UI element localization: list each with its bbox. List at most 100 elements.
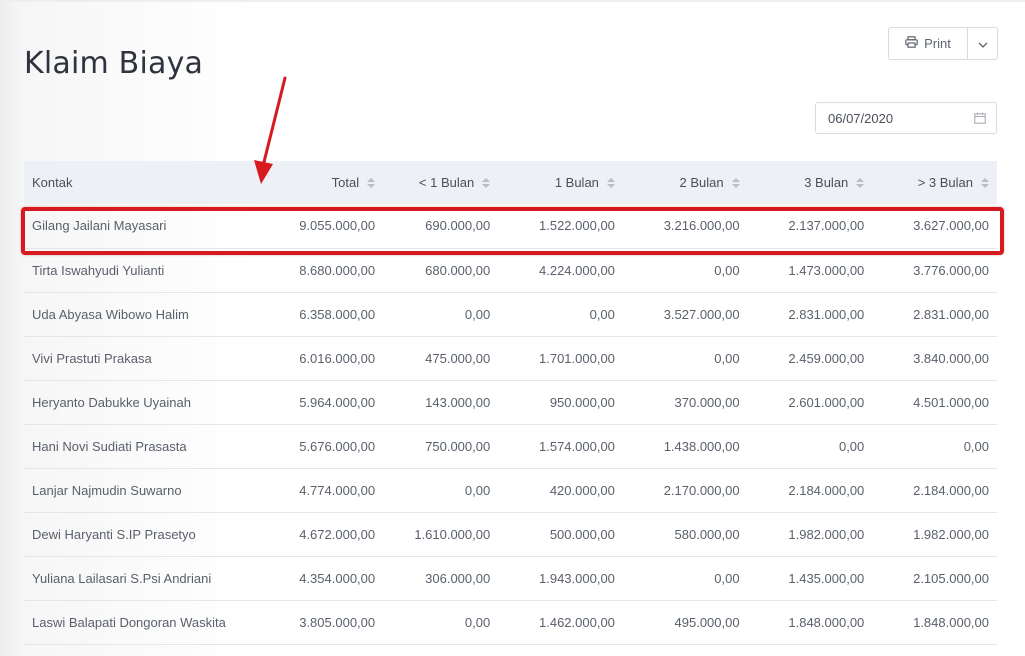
contact-name[interactable]: Dewi Haryanti S.IP Prasetyo xyxy=(24,512,254,556)
table-row[interactable]: Dewi Haryanti S.IP Prasetyo 4.672.000,00… xyxy=(24,512,997,556)
table-row[interactable]: Laswi Balapati Dongoran Waskita 3.805.00… xyxy=(24,600,997,644)
cell-total: 9.055.000,00 xyxy=(299,218,376,234)
table-row[interactable]: Tirta Iswahyudi Yulianti 8.680.000,00 68… xyxy=(24,248,997,292)
cell-1-bulan: 1.943.000,00 xyxy=(539,570,615,586)
cell-more-3-bulan: 3.776.000,00 xyxy=(913,262,989,278)
cell-less-1-bulan: 1.610.000,00 xyxy=(414,526,491,542)
cell-less-1-bulan: 0,00 xyxy=(464,614,491,630)
cell-1-bulan: 1.522.000,00 xyxy=(539,218,615,234)
cell-less-1-bulan: 680.000,00 xyxy=(425,262,491,278)
table-row[interactable]: Yuliana Lailasari S.Psi Andriani 4.354.0… xyxy=(24,556,997,600)
cell-3-bulan: 1.982.000,00 xyxy=(788,526,865,542)
cell-2-bulan: 3.216.000,00 xyxy=(663,218,740,234)
print-button[interactable]: Print xyxy=(889,28,968,59)
cell-total: 6.358.000,00 xyxy=(299,306,376,322)
page-title: Klaim Biaya xyxy=(24,46,204,82)
cell-2-bulan: 580.000,00 xyxy=(674,526,740,542)
cell-3-bulan: 2.184.000,00 xyxy=(788,482,865,498)
contact-name[interactable]: Heryanto Dabukke Uyainah xyxy=(24,380,254,424)
cell-1-bulan: 4.224.000,00 xyxy=(539,262,615,278)
contact-name[interactable]: Vivi Prastuti Prakasa xyxy=(24,336,254,380)
cell-1-bulan: 950.000,00 xyxy=(549,394,615,410)
cell-1-bulan: 420.000,00 xyxy=(549,482,615,498)
cell-1-bulan: 1.462.000,00 xyxy=(539,614,615,630)
cell-2-bulan: 0,00 xyxy=(714,570,740,586)
contact-name[interactable]: Laswi Balapati Dongoran Waskita xyxy=(24,600,254,644)
cell-more-3-bulan: 4.501.000,00 xyxy=(913,394,989,410)
table-row[interactable]: Uda Abyasa Wibowo Halim 6.358.000,00 0,0… xyxy=(24,292,997,336)
cell-2-bulan: 1.438.000,00 xyxy=(663,438,740,454)
sort-icon[interactable] xyxy=(482,177,491,188)
print-button-label: Print xyxy=(924,36,951,51)
cell-1-bulan: 1.701.000,00 xyxy=(539,350,615,366)
cell-more-3-bulan: 1.848.000,00 xyxy=(913,614,989,630)
column-header-3-bulan[interactable]: 3 Bulan xyxy=(748,161,873,204)
top-divider xyxy=(0,0,1025,2)
contact-name[interactable]: Lanjar Najmudin Suwarno xyxy=(24,468,254,512)
print-options-toggle[interactable] xyxy=(968,28,997,59)
cell-less-1-bulan: 750.000,00 xyxy=(425,438,491,454)
cell-less-1-bulan: 306.000,00 xyxy=(425,570,491,586)
cell-total: 4.672.000,00 xyxy=(299,526,376,542)
chevron-down-icon xyxy=(978,35,988,53)
cell-2-bulan: 3.527.000,00 xyxy=(663,306,740,322)
cell-total: 5.676.000,00 xyxy=(299,438,376,454)
claims-table: Kontak Total < 1 Bulan 1 Bulan 2 Bulan 3… xyxy=(24,161,997,645)
cell-total: 8.680.000,00 xyxy=(299,262,376,278)
cell-more-3-bulan: 3.840.000,00 xyxy=(913,350,989,366)
printer-icon xyxy=(905,36,918,51)
cell-more-3-bulan: 2.184.000,00 xyxy=(913,482,989,498)
contact-name[interactable]: Gilang Jailani Mayasari xyxy=(24,204,254,248)
sort-icon[interactable] xyxy=(731,177,740,188)
cell-more-3-bulan: 0,00 xyxy=(963,438,989,454)
date-field[interactable] xyxy=(828,109,958,127)
contact-name[interactable]: Tirta Iswahyudi Yulianti xyxy=(24,248,254,292)
column-header-less-1-bulan[interactable]: < 1 Bulan xyxy=(383,161,498,204)
cell-total: 4.774.000,00 xyxy=(299,482,376,498)
contact-name[interactable]: Yuliana Lailasari S.Psi Andriani xyxy=(24,556,254,600)
table-row[interactable]: Heryanto Dabukke Uyainah 5.964.000,00 14… xyxy=(24,380,997,424)
column-header-2-bulan[interactable]: 2 Bulan xyxy=(623,161,748,204)
cell-2-bulan: 0,00 xyxy=(714,350,740,366)
cell-2-bulan: 0,00 xyxy=(714,262,740,278)
cell-3-bulan: 1.848.000,00 xyxy=(788,614,865,630)
cell-more-3-bulan: 2.831.000,00 xyxy=(913,306,989,322)
column-header-more-3-bulan[interactable]: > 3 Bulan xyxy=(872,161,997,204)
cell-1-bulan: 0,00 xyxy=(589,306,615,322)
cell-3-bulan: 2.831.000,00 xyxy=(788,306,865,322)
column-header-kontak[interactable]: Kontak xyxy=(24,161,254,204)
cell-1-bulan: 500.000,00 xyxy=(549,526,615,542)
table-row[interactable]: Hani Novi Sudiati Prasasta 5.676.000,00 … xyxy=(24,424,997,468)
cell-total: 5.964.000,00 xyxy=(299,394,376,410)
cell-3-bulan: 0,00 xyxy=(838,438,865,454)
cell-total: 6.016.000,00 xyxy=(299,350,376,366)
contact-name[interactable]: Hani Novi Sudiati Prasasta xyxy=(24,424,254,468)
cell-3-bulan: 1.473.000,00 xyxy=(788,262,865,278)
column-header-1-bulan[interactable]: 1 Bulan xyxy=(498,161,623,204)
cell-less-1-bulan: 0,00 xyxy=(464,306,491,322)
sort-icon[interactable] xyxy=(856,177,865,188)
table-row[interactable]: Vivi Prastuti Prakasa 6.016.000,00 475.0… xyxy=(24,336,997,380)
table-header-row: Kontak Total < 1 Bulan 1 Bulan 2 Bulan 3… xyxy=(24,161,997,204)
cell-2-bulan: 370.000,00 xyxy=(674,394,740,410)
cell-3-bulan: 2.459.000,00 xyxy=(788,350,865,366)
table-row[interactable]: Gilang Jailani Mayasari 9.055.000,00 690… xyxy=(24,204,997,248)
table-row[interactable]: Lanjar Najmudin Suwarno 4.774.000,00 0,0… xyxy=(24,468,997,512)
date-picker[interactable] xyxy=(815,102,997,134)
cell-more-3-bulan: 2.105.000,00 xyxy=(913,570,989,586)
cell-more-3-bulan: 1.982.000,00 xyxy=(913,526,989,542)
contact-name[interactable]: Uda Abyasa Wibowo Halim xyxy=(24,292,254,336)
sort-icon[interactable] xyxy=(367,177,376,188)
cell-2-bulan: 2.170.000,00 xyxy=(663,482,740,498)
column-header-total[interactable]: Total xyxy=(254,161,383,204)
sort-icon[interactable] xyxy=(606,177,615,188)
cell-total: 4.354.000,00 xyxy=(299,570,376,586)
print-button-group: Print xyxy=(888,27,998,60)
cell-3-bulan: 2.137.000,00 xyxy=(788,218,865,234)
cell-3-bulan: 2.601.000,00 xyxy=(788,394,865,410)
cell-total: 3.805.000,00 xyxy=(299,614,376,630)
calendar-icon[interactable] xyxy=(974,111,986,129)
sort-icon[interactable] xyxy=(981,177,989,188)
cell-1-bulan: 1.574.000,00 xyxy=(539,438,615,454)
cell-2-bulan: 495.000,00 xyxy=(674,614,740,630)
